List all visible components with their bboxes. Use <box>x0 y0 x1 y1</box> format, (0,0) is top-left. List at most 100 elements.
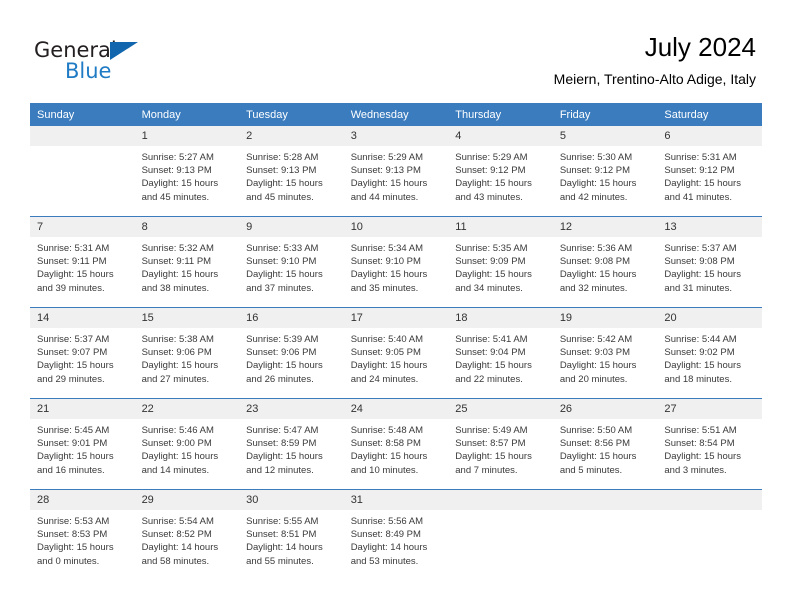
sunset-text: Sunset: 8:51 PM <box>246 529 317 541</box>
day-cell[interactable]: 10 Sunrise: 5:34 AM Sunset: 9:10 PM Dayligh… <box>343 216 449 308</box>
sunrise-text: Sunrise: 5:45 AM <box>37 425 110 436</box>
sunset-text: Sunset: 9:06 PM <box>141 347 212 359</box>
sunset-text: Sunset: 9:11 PM <box>37 256 107 268</box>
sunset-text: Sunset: 8:57 PM <box>455 438 526 450</box>
day-cell[interactable]: 31 Sunrise: 5:56 AM Sunset: 8:49 PM Dayligh… <box>343 489 449 580</box>
weekday-header-wednesday: Wednesday <box>343 103 449 126</box>
daylight-text-line1: Daylight: 15 hours <box>141 360 219 372</box>
sunrise-text: Sunrise: 5:48 AM <box>350 425 424 436</box>
daylight-text-line1: Daylight: 15 hours <box>37 542 114 554</box>
day-cell[interactable]: 13 Sunrise: 5:37 AM Sunset: 9:08 PM Dayligh… <box>657 216 762 308</box>
sunrise-text: Sunrise: 5:50 AM <box>559 425 633 436</box>
sunrise-text: Sunrise: 5:51 AM <box>664 425 737 436</box>
day-number: 12 <box>552 217 658 237</box>
day-cell[interactable]: 25 Sunrise: 5:49 AM Sunset: 8:57 PM Dayligh… <box>448 398 553 490</box>
day-cell[interactable]: 15 Sunrise: 5:38 AM Sunset: 9:06 PM Dayligh… <box>134 307 240 399</box>
sunrise-text: Sunrise: 5:37 AM <box>37 334 110 345</box>
day-cell[interactable]: 21 Sunrise: 5:45 AM Sunset: 9:01 PM Dayligh… <box>30 398 135 490</box>
daylight-text-line2: and 55 minutes. <box>246 555 314 567</box>
daylight-text-line2: and 12 minutes. <box>246 464 314 476</box>
day-cell[interactable]: 22 Sunrise: 5:46 AM Sunset: 9:00 PM Dayligh… <box>134 398 240 490</box>
day-cell[interactable]: 6 Sunrise: 5:31 AM Sunset: 9:12 PM Daylight… <box>657 126 762 217</box>
day-number: 26 <box>552 399 658 419</box>
day-cell[interactable]: 24 Sunrise: 5:48 AM Sunset: 8:58 PM Dayligh… <box>343 398 449 490</box>
sunrise-text: Sunrise: 5:33 AM <box>246 243 319 254</box>
day-cell[interactable]: 4 Sunrise: 5:29 AM Sunset: 9:12 PM Daylight… <box>448 126 553 217</box>
day-cell[interactable] <box>657 489 762 580</box>
day-cell[interactable]: 23 Sunrise: 5:47 AM Sunset: 8:59 PM Dayligh… <box>239 398 344 490</box>
daylight-text-line2: and 45 minutes. <box>141 191 210 203</box>
day-number: 15 <box>134 308 240 328</box>
day-number: 22 <box>134 399 240 419</box>
sunrise-text: Sunrise: 5:46 AM <box>141 425 214 436</box>
day-number: 31 <box>343 490 449 510</box>
day-details: Sunrise: 5:42 AM Sunset: 9:03 PM Daylight:… <box>553 328 658 386</box>
day-details: Sunrise: 5:33 AM Sunset: 9:10 PM Daylight:… <box>239 237 344 295</box>
daylight-text-line2: and 32 minutes. <box>559 282 628 294</box>
sunrise-text: Sunrise: 5:28 AM <box>246 152 319 163</box>
day-cell[interactable]: 18 Sunrise: 5:41 AM Sunset: 9:04 PM Dayligh… <box>448 307 553 399</box>
day-details: Sunrise: 5:29 AM Sunset: 9:12 PM Daylight:… <box>448 146 553 204</box>
sunset-text: Sunset: 8:49 PM <box>350 529 421 541</box>
sunset-text: Sunset: 9:12 PM <box>664 165 735 177</box>
day-number <box>30 126 135 146</box>
sunrise-text: Sunrise: 5:39 AM <box>246 334 319 345</box>
daylight-text-line2: and 31 minutes. <box>664 282 732 294</box>
day-cell[interactable]: 27 Sunrise: 5:51 AM Sunset: 8:54 PM Dayligh… <box>657 398 762 490</box>
day-cell[interactable]: 8 Sunrise: 5:32 AM Sunset: 9:11 PM Daylight… <box>134 216 240 308</box>
day-number: 27 <box>657 399 762 419</box>
day-number: 6 <box>657 126 762 146</box>
day-cell[interactable]: 17 Sunrise: 5:40 AM Sunset: 9:05 PM Dayligh… <box>343 307 449 399</box>
day-cell[interactable]: 9 Sunrise: 5:33 AM Sunset: 9:10 PM Daylight… <box>239 216 344 308</box>
daylight-text-line1: Daylight: 15 hours <box>350 178 428 190</box>
weekday-header-thursday: Thursday <box>448 103 553 126</box>
daylight-text-line1: Daylight: 15 hours <box>559 451 637 463</box>
weekday-header-tuesday: Tuesday <box>239 103 344 126</box>
page-title: July 2024 <box>644 32 756 62</box>
day-cell[interactable]: 29 Sunrise: 5:54 AM Sunset: 8:52 PM Dayligh… <box>134 489 240 580</box>
day-cell[interactable]: 19 Sunrise: 5:42 AM Sunset: 9:03 PM Dayligh… <box>552 307 658 399</box>
day-cell[interactable] <box>30 126 135 217</box>
day-cell[interactable]: 30 Sunrise: 5:55 AM Sunset: 8:51 PM Dayligh… <box>239 489 344 580</box>
day-cell[interactable]: 2 Sunrise: 5:28 AM Sunset: 9:13 PM Daylight… <box>239 126 344 217</box>
day-cell[interactable]: 14 Sunrise: 5:37 AM Sunset: 9:07 PM Dayligh… <box>30 307 135 399</box>
day-cell[interactable] <box>552 489 658 580</box>
weekday-header-friday: Friday <box>552 103 658 126</box>
daylight-text-line1: Daylight: 15 hours <box>559 178 637 190</box>
day-cell[interactable]: 1 Sunrise: 5:27 AM Sunset: 9:13 PM Daylight… <box>134 126 240 217</box>
day-cell[interactable]: 20 Sunrise: 5:44 AM Sunset: 9:02 PM Dayligh… <box>657 307 762 399</box>
day-number: 28 <box>30 490 135 510</box>
day-details: Sunrise: 5:30 AM Sunset: 9:12 PM Daylight:… <box>553 146 658 204</box>
day-cell[interactable] <box>448 489 553 580</box>
day-cell[interactable]: 28 Sunrise: 5:53 AM Sunset: 8:53 PM Dayligh… <box>30 489 135 580</box>
day-cell[interactable]: 26 Sunrise: 5:50 AM Sunset: 8:56 PM Dayligh… <box>552 398 658 490</box>
daylight-text-line2: and 0 minutes. <box>37 555 100 567</box>
day-cell[interactable]: 16 Sunrise: 5:39 AM Sunset: 9:06 PM Dayligh… <box>239 307 344 399</box>
day-cell[interactable]: 5 Sunrise: 5:30 AM Sunset: 9:12 PM Daylight… <box>552 126 658 217</box>
logo-triangle-icon <box>110 42 138 60</box>
daylight-text-line1: Daylight: 15 hours <box>664 269 741 281</box>
day-details: Sunrise: 5:46 AM Sunset: 9:00 PM Daylight:… <box>135 419 240 477</box>
daylight-text-line2: and 20 minutes. <box>559 373 628 385</box>
day-cell[interactable]: 7 Sunrise: 5:31 AM Sunset: 9:11 PM Daylight… <box>30 216 135 308</box>
calendar-table: Sunday Monday Tuesday Wednesday Thursday… <box>30 103 762 580</box>
week-row: 1 Sunrise: 5:27 AM Sunset: 9:13 PM Daylight… <box>30 126 762 217</box>
day-cell[interactable]: 12 Sunrise: 5:36 AM Sunset: 9:08 PM Dayligh… <box>552 216 658 308</box>
sunset-text: Sunset: 8:52 PM <box>141 529 212 541</box>
sunset-text: Sunset: 9:08 PM <box>664 256 735 268</box>
daylight-text-line2: and 34 minutes. <box>455 282 523 294</box>
sunset-text: Sunset: 9:04 PM <box>455 347 526 359</box>
week-row: 14 Sunrise: 5:37 AM Sunset: 9:07 PM Dayligh… <box>30 307 762 399</box>
daylight-text-line1: Daylight: 15 hours <box>664 360 741 372</box>
day-number: 1 <box>134 126 240 146</box>
day-number: 23 <box>239 399 344 419</box>
weekday-header-saturday: Saturday <box>657 103 762 126</box>
daylight-text-line2: and 53 minutes. <box>350 555 419 567</box>
daylight-text-line1: Daylight: 15 hours <box>246 360 323 372</box>
day-number: 14 <box>30 308 135 328</box>
day-cell[interactable]: 3 Sunrise: 5:29 AM Sunset: 9:13 PM Daylight… <box>343 126 449 217</box>
day-details: Sunrise: 5:44 AM Sunset: 9:02 PM Daylight:… <box>657 328 762 386</box>
day-details: Sunrise: 5:49 AM Sunset: 8:57 PM Daylight:… <box>448 419 553 477</box>
day-number: 29 <box>134 490 240 510</box>
day-cell[interactable]: 11 Sunrise: 5:35 AM Sunset: 9:09 PM Dayligh… <box>448 216 553 308</box>
